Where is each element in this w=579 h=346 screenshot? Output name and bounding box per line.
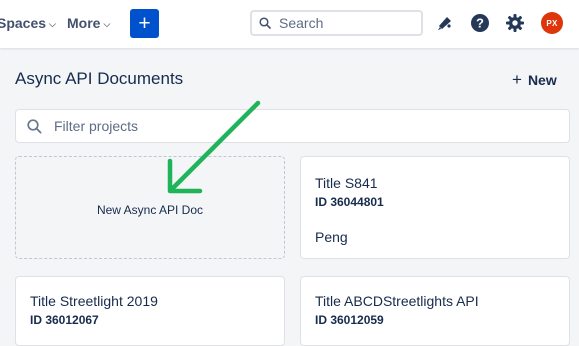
svg-text:?: ? — [476, 16, 484, 31]
project-card-id: ID 36012059 — [315, 313, 384, 327]
project-card-id: ID 36044801 — [315, 195, 384, 209]
megaphone-icon[interactable] — [434, 12, 456, 34]
project-card-title: Title ABCDStreetlights API — [315, 293, 479, 309]
nav-more-label: More — [67, 15, 101, 31]
nav-spaces-label: Spaces — [0, 15, 47, 31]
filter-projects-input[interactable] — [52, 117, 536, 135]
project-card[interactable]: Title S841 ID 36044801 Peng — [300, 156, 570, 259]
gear-icon[interactable] — [504, 12, 526, 34]
new-card-label: New Async API Doc — [96, 202, 204, 217]
project-card[interactable]: Title Streetlight 2019 ID 36012067 — [15, 276, 285, 346]
search-box[interactable] — [250, 10, 423, 36]
project-card-id: ID 36012067 — [30, 313, 99, 327]
project-card[interactable]: Title ABCDStreetlights API ID 36012059 — [300, 276, 570, 346]
nav-spaces-menu[interactable]: Spaces ⌵ — [0, 15, 56, 31]
user-avatar[interactable]: PX — [541, 12, 563, 34]
new-document-button[interactable]: + New — [512, 70, 557, 90]
project-card-owner: Peng — [315, 229, 348, 245]
new-async-api-doc-card[interactable]: New Async API Doc — [15, 156, 285, 259]
nav-more-menu[interactable]: More ⌵ — [67, 15, 110, 31]
plus-icon: + — [512, 70, 522, 89]
filter-projects-box[interactable] — [15, 109, 570, 143]
search-input[interactable] — [277, 14, 411, 32]
help-icon[interactable]: ? — [469, 12, 491, 34]
search-icon — [259, 17, 271, 29]
new-document-label: New — [527, 72, 557, 88]
top-navigation-bar: Spaces ⌵ More ⌵ + ? — [0, 0, 579, 48]
chevron-down-icon: ⌵ — [49, 18, 56, 29]
search-icon — [27, 118, 42, 134]
project-card-title: Title S841 — [315, 175, 378, 191]
project-card-title: Title Streetlight 2019 — [30, 293, 158, 309]
chevron-down-icon: ⌵ — [103, 18, 111, 29]
create-button[interactable]: + — [130, 9, 159, 38]
page-title: Async API Documents — [15, 69, 184, 88]
